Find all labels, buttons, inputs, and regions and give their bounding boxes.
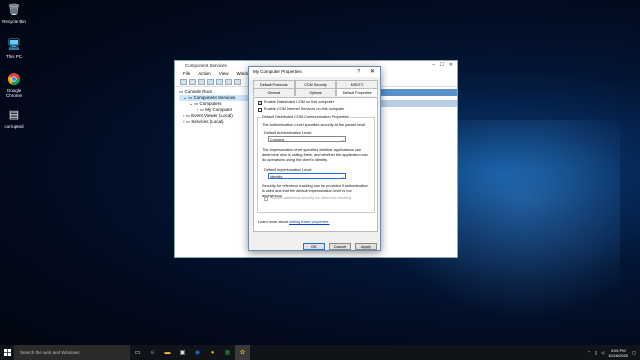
network-icon[interactable]: ▯ xyxy=(595,350,597,355)
reference-tracking-checkbox[interactable]: Provide additional security for referenc… xyxy=(264,196,351,201)
apply-button[interactable]: Apply xyxy=(355,243,377,250)
actions-header xyxy=(380,89,457,96)
desktop-icon-recycle-bin[interactable]: 🗑 Recycle Bin xyxy=(0,3,28,24)
actions-pane xyxy=(380,89,457,254)
chevron-down-icon: ⌄ xyxy=(341,138,344,142)
chevron-up-icon[interactable]: ⌃ xyxy=(588,350,591,355)
actions-subheader xyxy=(380,100,457,107)
text-file-icon: ▤ xyxy=(8,108,20,121)
file-explorer-icon[interactable]: ▬ xyxy=(160,345,175,360)
menu-action[interactable]: Action xyxy=(198,70,211,78)
ok-button[interactable]: OK xyxy=(303,243,325,250)
help-button[interactable]: ? xyxy=(357,67,360,77)
properties-icon[interactable] xyxy=(216,79,223,85)
learn-more-link[interactable]: setting these properties. xyxy=(289,220,330,224)
component-services-taskbar-icon[interactable]: ✿ xyxy=(235,345,250,360)
volume-icon[interactable]: ◁ xyxy=(601,350,604,355)
show-tree-icon[interactable] xyxy=(207,79,214,85)
tree-item-services[interactable]: › ▭ Services (Local) xyxy=(179,119,249,125)
close-button[interactable]: ✕ xyxy=(449,61,453,70)
properties-dialog: My Computer Properties ? ✕ Default Proto… xyxy=(248,66,381,251)
back-icon[interactable] xyxy=(180,79,187,85)
computer-icon: 🖥 xyxy=(7,38,21,51)
impersonation-description: The impersonation level specifies whethe… xyxy=(262,148,368,162)
desktop-icon-corrupted[interactable]: ▤ corrupted xyxy=(0,108,28,129)
impersonation-level-dropdown[interactable]: Identify ⌄ xyxy=(268,173,346,179)
minimize-button[interactable]: – xyxy=(432,61,435,70)
close-icon[interactable]: ✕ xyxy=(370,67,375,77)
forward-icon[interactable] xyxy=(189,79,196,85)
dcom-communication-group: Default Distributed COM Communication Pr… xyxy=(257,115,375,213)
edge-icon[interactable]: e xyxy=(145,345,160,360)
learn-more-text: Learn more about setting these propertie… xyxy=(258,220,330,224)
auth-description: The Authentication Level specifies secur… xyxy=(262,123,367,127)
maximize-button[interactable]: ☐ xyxy=(440,61,444,70)
chrome-icon xyxy=(7,72,21,86)
up-icon[interactable] xyxy=(198,79,205,85)
tab-msdtc[interactable]: MSDTC xyxy=(336,80,379,88)
system-tray: ⌃ ▯ ◁ 3:03 PM 10/16/2020 ▢ xyxy=(588,345,636,360)
tab-strip: Default Protocols COM Security MSDTC Gen… xyxy=(253,80,379,96)
checkbox-unchecked xyxy=(258,107,262,112)
checkbox-disabled xyxy=(264,196,268,201)
tree-view: ▭ Console Root ⌄ ▭ Component Services ⌄ … xyxy=(179,89,249,125)
desktop-icon-this-pc[interactable]: 🖥 This PC xyxy=(0,38,28,59)
chrome-taskbar-icon[interactable]: ● xyxy=(205,345,220,360)
default-properties-panel: ✓ Enable Distributed COM on this compute… xyxy=(253,97,378,232)
enable-cis-checkbox[interactable]: Enable COM Internet Services on this com… xyxy=(258,107,344,112)
enable-dcom-checkbox[interactable]: ✓ Enable Distributed COM on this compute… xyxy=(258,100,334,106)
outlook-icon[interactable]: ◉ xyxy=(190,345,205,360)
dialog-title: My Computer Properties xyxy=(253,69,302,74)
start-button[interactable] xyxy=(0,345,14,360)
group-title: Default Distributed COM Communication Pr… xyxy=(261,115,350,120)
tab-default-protocols[interactable]: Default Protocols xyxy=(253,80,295,88)
dialog-titlebar: My Computer Properties ? ✕ xyxy=(249,67,380,77)
action-center-icon[interactable]: ▢ xyxy=(632,350,636,355)
recycle-bin-icon: 🗑 xyxy=(7,3,21,16)
tab-options[interactable]: Options xyxy=(294,88,337,96)
view-icon[interactable] xyxy=(234,79,241,85)
cancel-button[interactable]: Cancel xyxy=(329,243,351,250)
tab-default-properties[interactable]: Default Properties xyxy=(336,88,379,96)
search-box[interactable]: Search the web and Windows xyxy=(14,345,130,360)
desktop-icon-chrome[interactable]: Google Chrome xyxy=(0,72,28,98)
tab-general[interactable]: General xyxy=(253,88,295,96)
help-icon[interactable] xyxy=(225,79,232,85)
task-view-icon[interactable]: ▭ xyxy=(130,345,145,360)
taskbar: Search the web and Windows ▭ e ▬ ▣ ◉ ● ▦… xyxy=(0,345,640,360)
checkbox-checked: ✓ xyxy=(258,100,262,106)
auth-level-dropdown[interactable]: Connect ⌄ xyxy=(268,136,346,142)
excel-icon[interactable]: ▦ xyxy=(220,345,235,360)
window-title: Component Services xyxy=(185,63,227,68)
store-icon[interactable]: ▣ xyxy=(175,345,190,360)
windows-logo-icon xyxy=(3,349,11,356)
menu-file[interactable]: File xyxy=(183,70,190,78)
tab-com-security[interactable]: COM Security xyxy=(294,80,337,88)
clock[interactable]: 3:03 PM 10/16/2020 xyxy=(608,348,628,358)
menu-view[interactable]: View xyxy=(219,70,229,78)
chevron-down-icon: ⌄ xyxy=(341,175,344,179)
